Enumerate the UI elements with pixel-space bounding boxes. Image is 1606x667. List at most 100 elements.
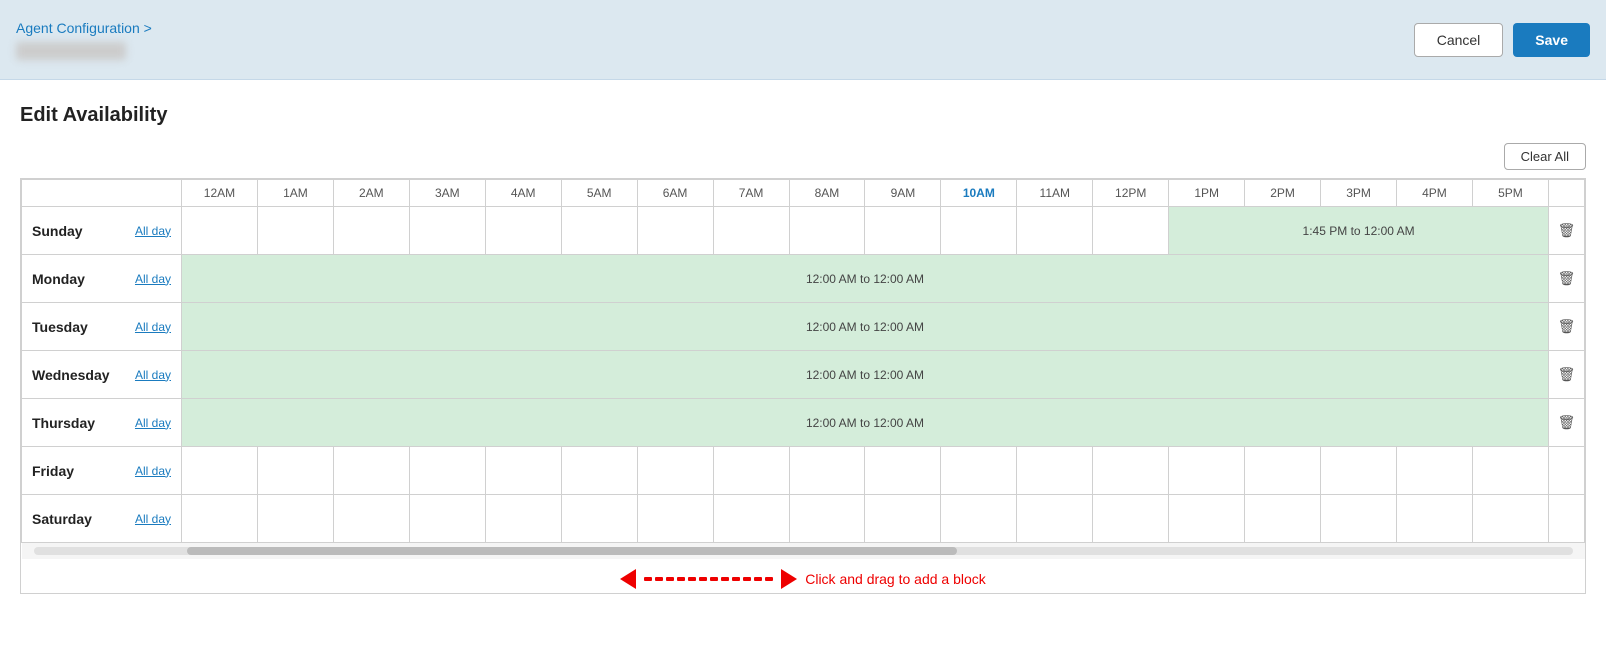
saturday-delete-cell	[1549, 495, 1585, 543]
saturday-cell-5[interactable]	[561, 495, 637, 543]
sunday-delete-cell: 🗑	[1549, 207, 1585, 255]
friday-cell-9[interactable]	[865, 447, 941, 495]
saturday-cell-1[interactable]	[257, 495, 333, 543]
tuesday-allday-link[interactable]: All day	[135, 320, 171, 334]
sunday-delete-button[interactable]: 🗑	[1550, 218, 1584, 243]
clear-all-row: Clear All	[20, 143, 1586, 170]
sunday-row: Sunday All day	[22, 207, 1585, 255]
thursday-delete-button[interactable]: 🗑	[1550, 410, 1584, 435]
friday-cell-6[interactable]	[637, 447, 713, 495]
availability-table: 12AM 1AM 2AM 3AM 4AM 5AM 6AM 7AM 8AM 9AM…	[21, 179, 1585, 593]
header-delete-col	[1549, 180, 1585, 207]
saturday-cell-3[interactable]	[409, 495, 485, 543]
sunday-cell-2am[interactable]	[333, 207, 409, 255]
monday-label-cell: Monday All day	[22, 255, 182, 303]
friday-cell-12[interactable]	[1093, 447, 1169, 495]
scroll-bar-row	[22, 543, 1585, 560]
header-3pm: 3PM	[1321, 180, 1397, 207]
right-arrow	[781, 569, 797, 589]
friday-cell-2[interactable]	[333, 447, 409, 495]
thursday-row: Thursday All day 12:00 AM to 12:00 AM 🗑	[22, 399, 1585, 447]
sunday-cell-10am[interactable]	[941, 207, 1017, 255]
friday-cell-7[interactable]	[713, 447, 789, 495]
tuesday-name: Tuesday	[32, 319, 88, 335]
header-2pm: 2PM	[1245, 180, 1321, 207]
saturday-cell-13[interactable]	[1169, 495, 1245, 543]
wednesday-allday-link[interactable]: All day	[135, 368, 171, 382]
monday-block[interactable]: 12:00 AM to 12:00 AM	[182, 255, 1549, 303]
top-bar-left: Agent Configuration >	[16, 20, 152, 60]
wednesday-delete-button[interactable]: 🗑	[1550, 362, 1584, 387]
cancel-button[interactable]: Cancel	[1414, 23, 1504, 57]
sunday-cell-3am[interactable]	[409, 207, 485, 255]
saturday-cell-16[interactable]	[1397, 495, 1473, 543]
monday-name: Monday	[32, 271, 85, 287]
saturday-allday-link[interactable]: All day	[135, 512, 171, 526]
sunday-cell-1am[interactable]	[257, 207, 333, 255]
sunday-cell-7am[interactable]	[713, 207, 789, 255]
tuesday-block[interactable]: 12:00 AM to 12:00 AM	[182, 303, 1549, 351]
tuesday-delete-button[interactable]: 🗑	[1550, 314, 1584, 339]
friday-cell-14[interactable]	[1245, 447, 1321, 495]
saturday-cell-2[interactable]	[333, 495, 409, 543]
friday-cell-16[interactable]	[1397, 447, 1473, 495]
left-arrow	[620, 569, 636, 589]
thursday-allday-link[interactable]: All day	[135, 416, 171, 430]
friday-label-cell: Friday All day	[22, 447, 182, 495]
saturday-cell-14[interactable]	[1245, 495, 1321, 543]
friday-cell-0[interactable]	[182, 447, 258, 495]
sunday-cell-12am[interactable]	[182, 207, 258, 255]
saturday-cell-4[interactable]	[485, 495, 561, 543]
header-6am: 6AM	[637, 180, 713, 207]
availability-table-wrapper: 12AM 1AM 2AM 3AM 4AM 5AM 6AM 7AM 8AM 9AM…	[20, 178, 1586, 594]
wednesday-block[interactable]: 12:00 AM to 12:00 AM	[182, 351, 1549, 399]
drag-hint-cell: Click and drag to add a block	[22, 559, 1585, 593]
monday-allday-link[interactable]: All day	[135, 272, 171, 286]
saturday-cell-9[interactable]	[865, 495, 941, 543]
sunday-block[interactable]: 1:45 PM to 12:00 AM	[1169, 207, 1549, 255]
arrow-right-icon	[781, 569, 797, 589]
monday-delete-cell: 🗑	[1549, 255, 1585, 303]
saturday-cell-17[interactable]	[1472, 495, 1548, 543]
friday-cell-15[interactable]	[1321, 447, 1397, 495]
friday-cell-8[interactable]	[789, 447, 865, 495]
clear-all-button[interactable]: Clear All	[1504, 143, 1586, 170]
save-button[interactable]: Save	[1513, 23, 1590, 57]
saturday-cell-7[interactable]	[713, 495, 789, 543]
sunday-cell-6am[interactable]	[637, 207, 713, 255]
sunday-cell-12pm[interactable]	[1093, 207, 1169, 255]
monday-delete-button[interactable]: 🗑	[1550, 266, 1584, 291]
friday-cell-3[interactable]	[409, 447, 485, 495]
saturday-cell-15[interactable]	[1321, 495, 1397, 543]
friday-cell-11[interactable]	[1017, 447, 1093, 495]
saturday-cell-11[interactable]	[1017, 495, 1093, 543]
sunday-cell-9am[interactable]	[865, 207, 941, 255]
saturday-cell-8[interactable]	[789, 495, 865, 543]
sunday-cell-11am[interactable]	[1017, 207, 1093, 255]
header-12pm: 12PM	[1093, 180, 1169, 207]
drag-hint-text: Click and drag to add a block	[805, 571, 986, 587]
drag-hint: Click and drag to add a block	[22, 569, 1585, 589]
friday-allday-link[interactable]: All day	[135, 464, 171, 478]
thursday-block[interactable]: 12:00 AM to 12:00 AM	[182, 399, 1549, 447]
wednesday-label-cell: Wednesday All day	[22, 351, 182, 399]
saturday-cell-10[interactable]	[941, 495, 1017, 543]
header-5pm: 5PM	[1472, 180, 1548, 207]
sunday-cell-4am[interactable]	[485, 207, 561, 255]
saturday-cell-0[interactable]	[182, 495, 258, 543]
sunday-cell-8am[interactable]	[789, 207, 865, 255]
wednesday-name: Wednesday	[32, 367, 110, 383]
friday-cell-5[interactable]	[561, 447, 637, 495]
saturday-cell-6[interactable]	[637, 495, 713, 543]
saturday-cell-12[interactable]	[1093, 495, 1169, 543]
friday-cell-4[interactable]	[485, 447, 561, 495]
header-2am: 2AM	[333, 180, 409, 207]
breadcrumb[interactable]: Agent Configuration >	[16, 20, 152, 36]
friday-cell-17[interactable]	[1472, 447, 1548, 495]
friday-cell-1[interactable]	[257, 447, 333, 495]
friday-cell-13[interactable]	[1169, 447, 1245, 495]
sunday-cell-5am[interactable]	[561, 207, 637, 255]
friday-cell-10[interactable]	[941, 447, 1017, 495]
sunday-allday-link[interactable]: All day	[135, 224, 171, 238]
header-day-col	[22, 180, 182, 207]
